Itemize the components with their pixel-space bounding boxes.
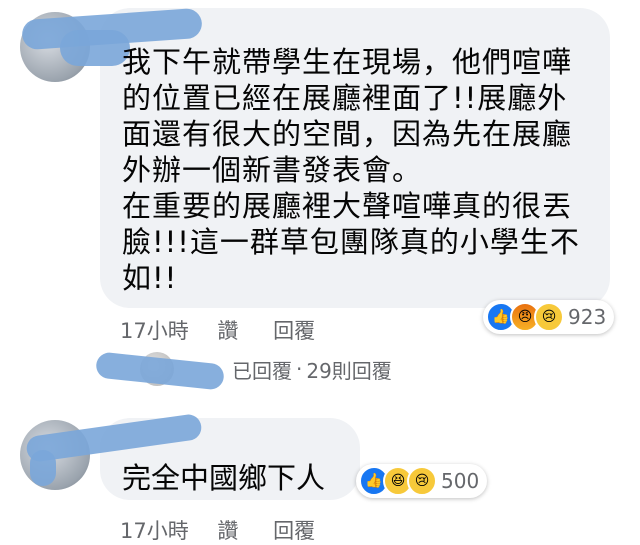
comment-text: 完全中國鄉下人: [122, 461, 326, 495]
reply-count: 29則回覆: [306, 358, 392, 383]
reaction-summary[interactable]: 👍 😆 😢 500: [356, 464, 488, 498]
redacted-author-name-stroke: [30, 450, 56, 486]
like-button[interactable]: 讚: [217, 515, 238, 545]
reply-button[interactable]: 回覆: [273, 315, 315, 345]
sad-reaction-icon: 😢: [407, 466, 437, 496]
reaction-count: 500: [441, 469, 480, 493]
reaction-count: 923: [568, 305, 607, 329]
comment-time[interactable]: 17小時: [120, 515, 189, 545]
redacted-author-name-stroke: [60, 30, 130, 66]
comment-actions: 17小時 讚 回覆: [120, 315, 315, 345]
replied-label: 已回覆: [232, 358, 292, 383]
comment-time[interactable]: 17小時: [120, 315, 189, 345]
reaction-summary[interactable]: 👍 😠 😢 923: [483, 300, 615, 334]
sad-reaction-icon: 😢: [534, 302, 564, 332]
reply-button[interactable]: 回覆: [273, 515, 315, 545]
comment-actions: 17小時 讚 回覆: [120, 515, 315, 545]
like-button[interactable]: 讚: [217, 315, 238, 345]
separator-dot: ·: [296, 357, 303, 381]
comment-text: 我下午就帶學生在現場，他們喧嘩的位置已經在展廳裡面了!!展廳外面還有很大的空間，…: [122, 45, 580, 295]
